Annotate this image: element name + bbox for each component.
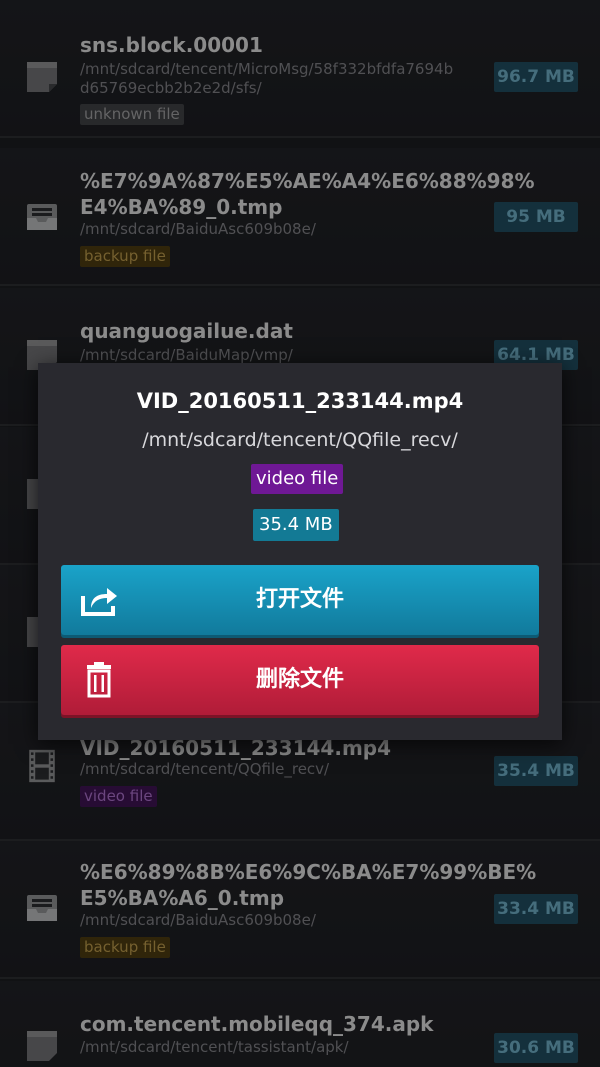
open-file-button[interactable]: 打开文件	[61, 565, 539, 635]
dialog-file-size-badge: 35.4 MB	[253, 509, 339, 541]
delete-file-label: 删除文件	[255, 667, 344, 692]
delete-file-button[interactable]: 删除文件	[61, 645, 539, 715]
dialog-file-type-badge: video file	[251, 464, 344, 494]
open-file-label: 打开文件	[255, 587, 344, 612]
dialog-file-path: /mnt/sdcard/tencent/QQfile_recv/	[142, 429, 458, 451]
dialog-file-name: VID_20160511_233144.mp4	[136, 389, 464, 413]
file-action-dialog: VID_20160511_233144.mp4 /mnt/sdcard/tenc…	[38, 363, 562, 740]
